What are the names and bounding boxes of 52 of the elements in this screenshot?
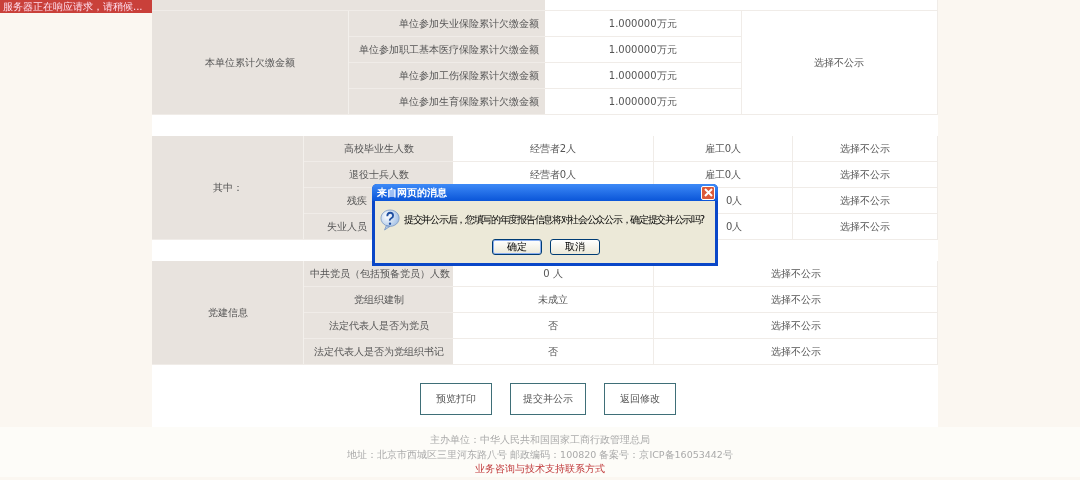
group-label: 其中：	[212, 181, 243, 193]
question-icon	[380, 209, 400, 231]
row-label: 单位参加失业保险累计欠缴金额	[398, 17, 539, 29]
table-cell: 0 人	[543, 267, 563, 279]
row-label: 法定代表人是否为党员	[328, 319, 429, 331]
table-cell: 选择不公示	[840, 168, 890, 180]
group-label: 本单位累计欠缴金额	[204, 56, 295, 68]
row-label: 单位参加职工基本医疗保险累计欠缴金额	[358, 43, 539, 55]
row-label: 单位参加生育保险累计欠缴金额	[398, 95, 539, 107]
close-icon	[703, 188, 713, 197]
row-label: 中共党员（包括预备党员）人数	[310, 267, 450, 279]
table-cell: 经营者2人	[529, 142, 577, 154]
row-label: 残疾	[347, 194, 367, 206]
table-cell: 雇工0人	[704, 142, 742, 154]
row-label: 党组织建制	[353, 293, 404, 305]
table-cell: 未成立	[538, 293, 568, 305]
table-cell: 选择不公示	[770, 267, 821, 279]
table-cell: 雇工0人	[704, 168, 742, 180]
row-label: 单位参加工伤保险累计欠缴金额	[398, 69, 539, 81]
table-cell: 选择不公示	[840, 194, 890, 206]
table-cell: 1.000000万元	[608, 43, 677, 55]
status-toast: 服务器正在响应请求，请稍候...	[0, 0, 152, 13]
table-cell: 否	[548, 319, 558, 331]
footer-text: 地址：北京市西城区三里河东路八号 邮政编码：100820 备案号：京ICP备16053442号	[346, 447, 734, 462]
row-label: 失业人员	[327, 220, 367, 232]
action-button[interactable]: 预览打印	[420, 383, 492, 415]
row-label: 退役士兵人数	[348, 168, 409, 180]
table-cell: 选择不公示	[840, 142, 890, 154]
table-cell: 选择不公示	[840, 220, 890, 232]
table-cell: 否	[548, 345, 558, 357]
row-label: 法定代表人是否为党组织书记	[313, 345, 444, 357]
dialog-message: 提交并公示后，您填写的年度报告信息将对社会公众公示，确定提交并公示吗?	[404, 213, 704, 227]
contact-link[interactable]: 业务咨询与技术支持联系方式	[475, 463, 605, 474]
table-cell: 选择不公示	[770, 319, 821, 331]
close-button[interactable]	[701, 185, 715, 200]
table-cell: 1.000000万元	[608, 69, 677, 81]
table-cell: 选择不公示	[770, 293, 821, 305]
dialog-button[interactable]: 确定	[491, 239, 542, 255]
table-cell: 0人	[726, 220, 743, 232]
footer-text: 主办单位：中华人民共和国国家工商行政管理总局	[429, 433, 651, 447]
dialog-title: 来自网页的消息	[377, 185, 447, 200]
table-cell: 选择不公示	[770, 345, 821, 357]
table-cell: 选择不公示	[814, 56, 865, 68]
dialog-button[interactable]: 取消	[549, 239, 600, 255]
table-cell: 1.000000万元	[608, 17, 677, 29]
table-cell: 经营者0人	[529, 168, 577, 180]
table-cell: 1.000000万元	[608, 95, 677, 107]
action-button[interactable]: 提交并公示	[510, 383, 586, 415]
action-button[interactable]: 返回修改	[604, 383, 676, 415]
table-cell: 0人	[726, 194, 743, 206]
row-label: 高校毕业生人数	[343, 142, 414, 154]
group-label: 党建信息	[207, 306, 248, 318]
